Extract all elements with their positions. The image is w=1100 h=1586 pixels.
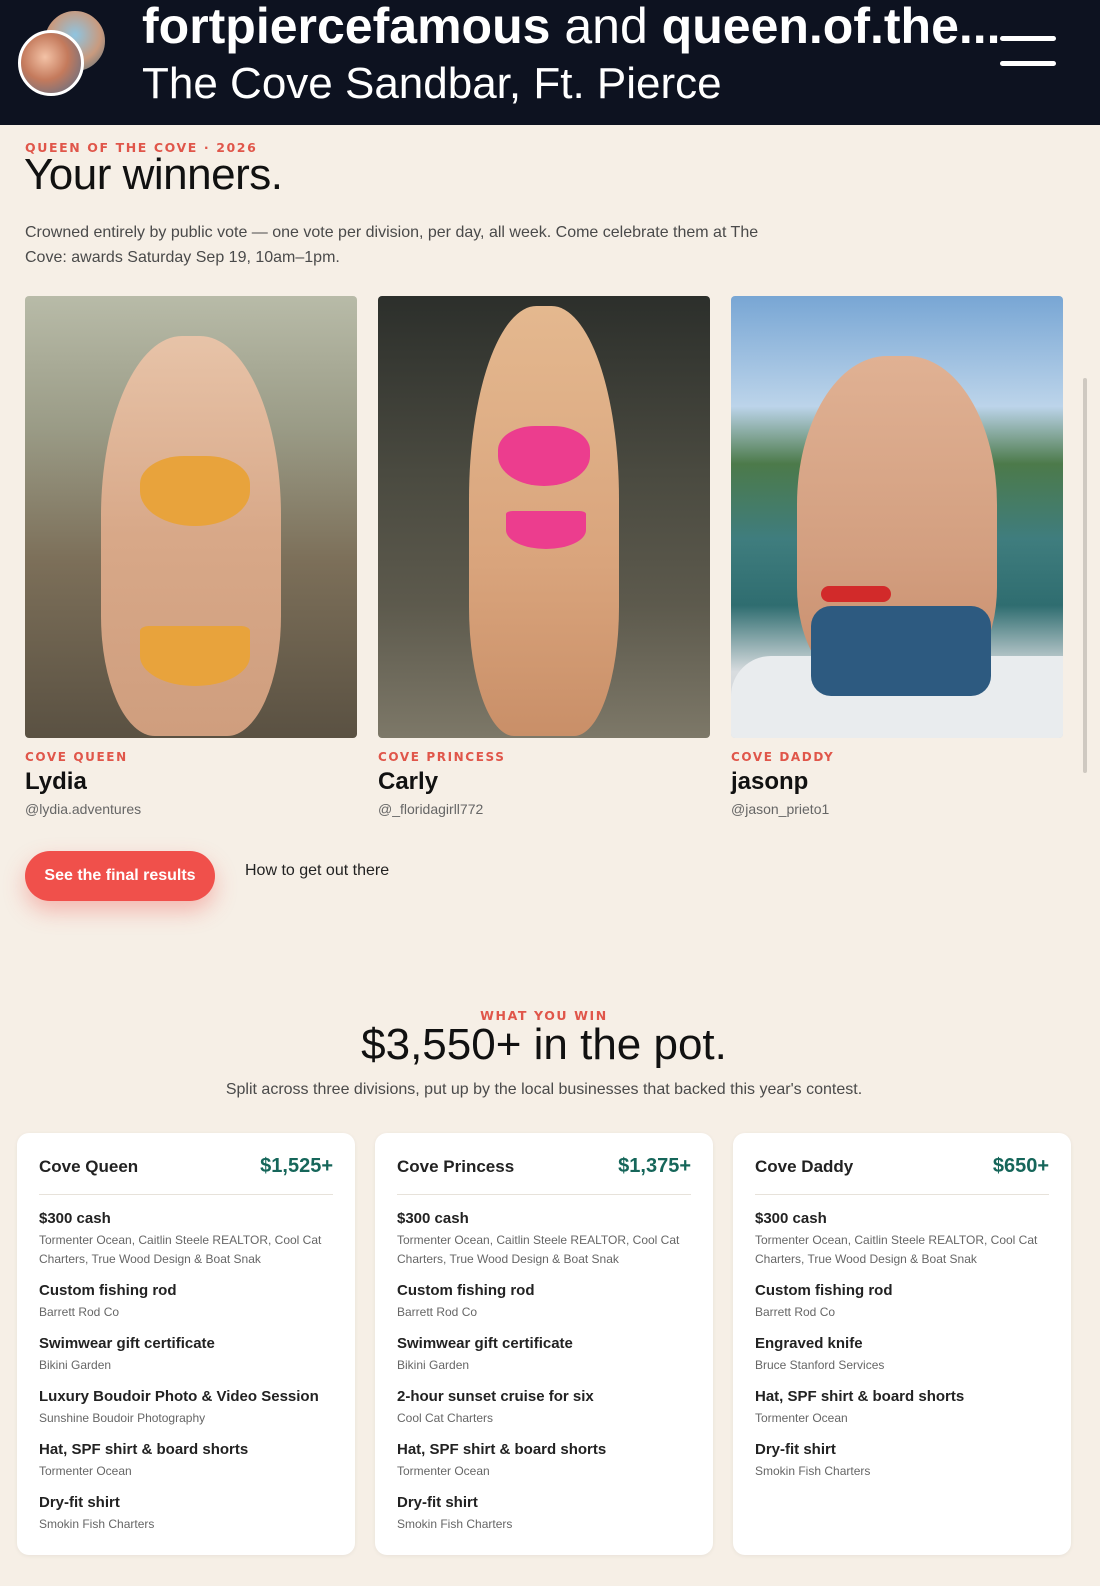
prize-item: Hat, SPF shirt & board shorts Tormenter O… <box>397 1440 691 1481</box>
hero-description: Crowned entirely by public vote — one vo… <box>25 224 759 266</box>
prize-title: Engraved knife <box>755 1335 863 1352</box>
prize-sponsor: Bikini Garden <box>39 1358 112 1372</box>
prize-sponsor: Smokin Fish Charters <box>397 1517 513 1531</box>
account-fortpiercefamous[interactable]: fortpiercefamous <box>142 0 550 54</box>
winner-division: COVE QUEEN <box>25 750 128 764</box>
winner-name: jasonp <box>731 768 809 795</box>
prize-title: $300 cash <box>755 1210 827 1227</box>
prize-list: $300 cash Tormenter Ocean, Caitlin Steele… <box>755 1209 1049 1481</box>
how-to-get-out-there-link[interactable]: How to get out there <box>245 862 389 880</box>
prize-sponsor: Barrett Rod Co <box>39 1305 120 1319</box>
prize-sponsor: Cool Cat Charters <box>397 1411 494 1425</box>
prize-item: Dry-fit shirt Smokin Fish Charters <box>39 1493 333 1534</box>
prize-sponsor: Smokin Fish Charters <box>39 1517 155 1531</box>
prize-title: Custom fishing rod <box>755 1282 893 1299</box>
prize-sponsor: Tormenter Ocean <box>755 1411 848 1425</box>
prize-item: Hat, SPF shirt & board shorts Tormenter O… <box>39 1440 333 1481</box>
prize-item: Custom fishing rod Barrett Rod Co <box>397 1281 691 1322</box>
prize-division: Cove Queen <box>39 1157 139 1176</box>
prize-title: Dry-fit shirt <box>755 1441 836 1458</box>
prize-title: Dry-fit shirt <box>397 1494 478 1511</box>
prize-card-header: Cove Queen $1,525+ <box>39 1155 333 1195</box>
prize-sponsor: Barrett Rod Co <box>755 1305 836 1319</box>
prize-sponsor: Sunshine Boudoir Photography <box>39 1411 206 1425</box>
winner-photo <box>378 296 710 738</box>
winner-handle[interactable]: @_floridagirll772 <box>378 801 710 817</box>
winner-division: COVE DADDY <box>731 750 835 764</box>
prize-amount: $650+ <box>992 1155 1049 1177</box>
pot-title: $3,550+ in the pot. <box>361 1020 727 1069</box>
prize-item: Swimwear gift certificate Bikini Garden <box>39 1334 333 1375</box>
story-avatars[interactable] <box>18 8 108 96</box>
prize-item: Custom fishing rod Barrett Rod Co <box>39 1281 333 1322</box>
prize-title: Luxury Boudoir Photo & Video Session <box>39 1388 319 1405</box>
prize-item: Custom fishing rod Barrett Rod Co <box>755 1281 1049 1322</box>
page-title: Your winners. <box>24 150 283 199</box>
story-accounts: fortpiercefamous and queen.of.the... <box>142 0 1001 52</box>
prize-card-queen: Cove Queen $1,525+ $300 cash Tormenter Oc… <box>17 1133 355 1555</box>
winner-division: COVE PRINCESS <box>378 750 506 764</box>
pot-description: Split across three divisions, put up by … <box>225 1081 863 1098</box>
prize-title: $300 cash <box>39 1210 111 1227</box>
prize-division: Cove Princess <box>397 1157 515 1176</box>
prize-sponsor: Tormenter Ocean <box>39 1464 132 1478</box>
see-final-results-button[interactable]: See the final results <box>25 851 215 901</box>
prize-sponsor: Bruce Stanford Services <box>755 1358 885 1372</box>
prize-sponsor: Barrett Rod Co <box>397 1305 478 1319</box>
prize-sponsor: Tormenter Ocean, Caitlin Steele REALTOR,… <box>755 1233 1038 1266</box>
prize-item: $300 cash Tormenter Ocean, Caitlin Steele… <box>755 1209 1049 1269</box>
prize-sponsor: Smokin Fish Charters <box>755 1464 871 1478</box>
prize-title: Swimwear gift certificate <box>397 1335 573 1352</box>
prize-title: Dry-fit shirt <box>39 1494 120 1511</box>
prize-title: Hat, SPF shirt & board shorts <box>755 1388 965 1405</box>
winner-photo <box>25 296 357 738</box>
winner-photo <box>731 296 1063 738</box>
story-header: fortpiercefamous and queen.of.the... The… <box>0 0 1100 125</box>
prize-division: Cove Daddy <box>755 1157 854 1176</box>
winner-card-princess[interactable]: COVE PRINCESS Carly @_floridagirll772 <box>378 296 710 817</box>
prize-amount: $1,375+ <box>618 1155 691 1177</box>
account-queen-of-the[interactable]: queen.of.the... <box>662 0 1001 54</box>
prize-title: Custom fishing rod <box>39 1282 177 1299</box>
prize-card-daddy: Cove Daddy $650+ $300 cash Tormenter Ocea… <box>733 1133 1071 1555</box>
prize-item: Hat, SPF shirt & board shorts Tormenter O… <box>755 1387 1049 1428</box>
prize-item: 2-hour sunset cruise for six Cool Cat Cha… <box>397 1387 691 1428</box>
prize-item: Swimwear gift certificate Bikini Garden <box>397 1334 691 1375</box>
winner-handle[interactable]: @jason_prieto1 <box>731 801 1063 817</box>
story-location[interactable]: The Cove Sandbar, Ft. Pierce <box>142 58 722 110</box>
prize-card-header: Cove Princess $1,375+ <box>397 1155 691 1195</box>
hamburger-menu-icon[interactable] <box>1000 36 1056 68</box>
winner-name: Carly <box>378 768 439 795</box>
prize-sponsor: Tormenter Ocean, Caitlin Steele REALTOR,… <box>397 1233 680 1266</box>
scrollbar[interactable] <box>1083 378 1087 773</box>
prize-title: Hat, SPF shirt & board shorts <box>39 1441 249 1458</box>
prize-sponsor: Tormenter Ocean, Caitlin Steele REALTOR,… <box>39 1233 322 1266</box>
winner-card-queen[interactable]: COVE QUEEN Lydia @lydia.adventures <box>25 296 357 817</box>
prize-item: Dry-fit shirt Smokin Fish Charters <box>755 1440 1049 1481</box>
prize-list: $300 cash Tormenter Ocean, Caitlin Steele… <box>39 1209 333 1534</box>
prize-list: $300 cash Tormenter Ocean, Caitlin Steele… <box>397 1209 691 1534</box>
prize-item: Dry-fit shirt Smokin Fish Charters <box>397 1493 691 1534</box>
winner-card-daddy[interactable]: COVE DADDY jasonp @jason_prieto1 <box>731 296 1063 817</box>
avatar-fortpiercefamous[interactable] <box>18 30 84 96</box>
prize-item: Luxury Boudoir Photo & Video Session Suns… <box>39 1387 333 1428</box>
prize-title: Custom fishing rod <box>397 1282 535 1299</box>
account-joiner: and <box>564 0 662 54</box>
prize-item: Engraved knife Bruce Stanford Services <box>755 1334 1049 1375</box>
prize-item: $300 cash Tormenter Ocean, Caitlin Steele… <box>39 1209 333 1269</box>
prize-title: 2-hour sunset cruise for six <box>397 1388 594 1405</box>
prize-amount: $1,525+ <box>260 1155 333 1177</box>
prize-card-header: Cove Daddy $650+ <box>755 1155 1049 1195</box>
prize-item: $300 cash Tormenter Ocean, Caitlin Steele… <box>397 1209 691 1269</box>
prize-title: Swimwear gift certificate <box>39 1335 215 1352</box>
prize-title: $300 cash <box>397 1210 469 1227</box>
winner-handle[interactable]: @lydia.adventures <box>25 801 357 817</box>
winner-name: Lydia <box>25 768 87 795</box>
prize-card-princess: Cove Princess $1,375+ $300 cash Tormenter… <box>375 1133 713 1555</box>
prize-sponsor: Bikini Garden <box>397 1358 470 1372</box>
prize-title: Hat, SPF shirt & board shorts <box>397 1441 607 1458</box>
prize-sponsor: Tormenter Ocean <box>397 1464 490 1478</box>
